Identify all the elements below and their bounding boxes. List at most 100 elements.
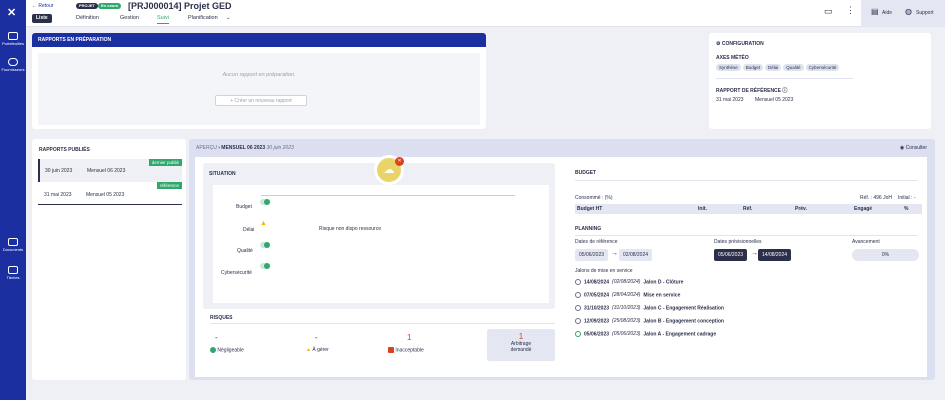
jalon-row: 07/05/2024 (28/04/2024) Mise en service [575,292,680,298]
warning-badge-icon: ✕ [395,157,404,166]
apercu-content: SITUATION ☁ ✕ Budget Délai ▲ Risque non … [195,155,927,377]
jalons-title: Jalons de mise en service [575,268,633,274]
arrow-icon: → [611,250,618,257]
tab-planification[interactable]: Planification [188,15,218,23]
risk-value: 1 [407,333,412,342]
axes-title: AXES MÉTÉO [716,55,749,61]
jalon-row: 14/08/2024 (02/08/2024) Jalon D - Clôture [575,279,683,285]
warning-icon: ▲ [306,347,311,353]
situation-axes: Budget Délai ▲ Risque non dispo ressourc… [213,185,549,303]
arbitrage-box[interactable]: 1 Arbitrage demandé [487,329,555,361]
config-card: ⚙ CONFIGURATION AXES MÉTÉO Synthèse Budge… [709,33,931,129]
avancement-bar: 0% [852,249,919,261]
prep-empty-area: Aucun rapport en préparation. + Créer un… [38,53,480,125]
users-icon [8,58,18,66]
axe-pill: Synthèse [716,64,741,71]
apercu-panel: APERÇU › MENSUEL 06 2023 30 juin 2023 ◉ … [189,139,935,380]
axe-pill: Cybersécurité [805,64,840,71]
budget-table-header: Budget HT Init. Réf. Prév. Engagé % [575,204,922,214]
breadcrumb: APERÇU › MENSUEL 06 2023 30 juin 2023 [196,145,294,151]
prep-title: RAPPORTS EN PRÉPARATION [32,33,486,47]
jalon-row: 31/10/2023 (31/10/2023) Jalon C - Engageme… [575,305,724,311]
consult-button[interactable]: ◉ Consulter [900,145,927,151]
ref-end-date: 02/08/2024 [619,249,653,261]
published-row[interactable]: 31 mai 2023 Mensuel 05 2023 référence [38,182,182,205]
green-dot-icon [210,347,216,353]
risk-inacceptable: Inacceptable [388,347,424,353]
portfolio-icon [8,32,18,40]
planning-title: PLANNING [575,226,602,232]
help-icon[interactable]: ▤ [871,7,879,16]
axe-label: Qualité [237,248,253,254]
ref-name: Mensuel 05 2023 [755,97,794,103]
situation-card: SITUATION ☁ ✕ Budget Délai ▲ Risque non … [203,155,555,309]
sidebar-item-documents[interactable]: Documents [0,238,26,252]
header: ← Retour PROJET En cours [PRJ000014] Pro… [26,0,945,27]
check-icon [575,331,581,337]
tasks-icon [8,266,18,274]
risk-negligeable: Négligeable [210,347,244,353]
create-report-button[interactable]: + Créer un nouveau rapport [215,95,307,106]
ref-start-date: 05/06/2023 [575,249,609,261]
situation-title: SITUATION [209,171,236,177]
prep-card: RAPPORTS EN PRÉPARATION Aucun rapport en… [32,33,486,129]
sidebar: ✕ Portefeuilles Fournisseurs Documents T… [0,0,26,400]
warning-icon: ▲ [260,220,267,227]
cyber-toggle[interactable] [260,263,270,269]
jalon-row: 12/09/2023 (25/08/2023) Jalon B - Engageme… [575,318,724,324]
aide-link[interactable]: Aide [882,10,892,16]
tab-definition[interactable]: Définition [76,15,99,23]
published-card: RAPPORTS PUBLIÉS 30 juin 2023 Mensuel 06… [32,139,186,380]
headset-icon[interactable]: ◍ [905,7,912,16]
axe-label: Délai [243,227,255,233]
axes-list: Synthèse Budget Délai Qualité Cybersécurité [716,64,841,71]
project-type-badge: PROJET [76,3,99,9]
chevron-down-icon[interactable]: ⌄ [226,15,231,23]
avancement-label: Avancement [852,239,880,245]
sidebar-item-label: Fournisseurs [1,67,25,72]
screen-icon[interactable]: ▭ [824,6,833,17]
clock-icon [575,318,581,324]
budget-consomme: Consommé : (%) [575,195,613,201]
sidebar-item-fournisseurs[interactable]: Fournisseurs [0,58,26,72]
budget-title: BUDGET [575,170,597,176]
ref-dates-label: Dates de référence [575,239,618,245]
ref-date: 31 mai 2023 [716,97,744,103]
status-badge: En cours [98,3,122,9]
published-row[interactable]: 30 juin 2023 Mensuel 06 2023 dernier pub… [38,159,182,182]
risk-value: - [315,333,318,342]
budget-initial: Initial : - [898,195,916,201]
liste-button[interactable]: Liste [32,14,52,23]
logo-icon: ✕ [7,7,17,19]
prev-end-date: 14/08/2024 [758,249,792,261]
sidebar-item-taches[interactable]: Tâches [0,266,26,280]
clock-icon [575,305,581,311]
budget-toggle[interactable] [260,199,270,205]
help-area: ▤ Aide ◍ Support [861,0,945,27]
clock-icon [575,292,581,298]
sidebar-item-label: Portefeuilles [1,41,24,46]
risk-a-gerer: ▲ À gérer [306,347,329,353]
sidebar-item-label: Tâches [6,275,20,280]
support-link[interactable]: Support [916,10,934,16]
red-square-icon [388,347,394,353]
folder-icon [8,238,18,246]
axe-pill: Budget [742,64,764,71]
jalon-row: 05/06/2023 (05/06/2023) Jalon A - Engageme… [575,331,716,337]
risques-title: RISQUES [210,315,233,321]
back-link[interactable]: ← Retour [32,3,53,9]
info-icon: ⓘ [782,88,788,94]
qualite-toggle[interactable] [260,242,270,248]
tab-suivi[interactable]: Suivi [157,15,169,24]
clock-icon [575,279,581,285]
risk-value: - [215,333,218,342]
sidebar-item-portefeuilles[interactable]: Portefeuilles [0,32,26,46]
reference-badge: référence [156,182,182,189]
delai-note: Risque non dispo ressource [319,226,381,232]
axe-label: Cybersécurité [221,270,252,276]
page-title: [PRJ000014] Projet GED [128,1,232,11]
axe-pill: Qualité [783,64,804,71]
sidebar-item-label: Documents [2,247,24,252]
tab-gestion[interactable]: Gestion [120,15,139,23]
more-icon[interactable]: ⋮ [846,5,855,16]
